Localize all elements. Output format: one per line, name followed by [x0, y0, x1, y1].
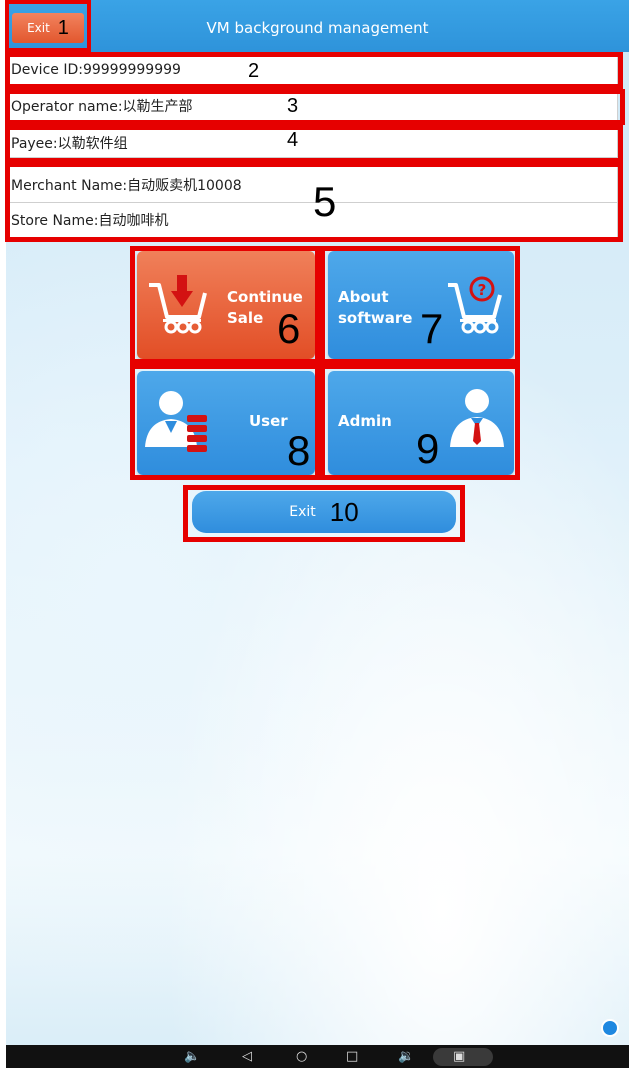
screenshot-icon: ▣	[453, 1049, 466, 1064]
annotation-box-3	[5, 89, 625, 125]
home-icon[interactable]: ○	[296, 1049, 307, 1064]
annotation-box-1	[5, 0, 91, 52]
annotation-3: 3	[287, 95, 299, 117]
recents-icon[interactable]: □	[346, 1049, 358, 1064]
back-icon[interactable]: ◁	[242, 1049, 252, 1064]
annotation-box-2	[5, 52, 623, 89]
annotation-5: 5	[313, 178, 337, 225]
annotation-box-10	[183, 485, 465, 542]
android-nav-bar: 🔈 ◁ ○ □ 🔉 ▣	[6, 1045, 629, 1068]
annotation-4: 4	[287, 129, 299, 151]
title-bar: VM background management	[6, 0, 629, 52]
annotation-box-8	[130, 364, 320, 480]
volume-down-icon[interactable]: 🔈	[184, 1049, 200, 1064]
volume-up-icon[interactable]: 🔉	[398, 1049, 414, 1064]
annotation-2: 2	[248, 60, 260, 82]
annotation-box-7	[320, 246, 520, 364]
floating-camera-button[interactable]	[601, 1019, 619, 1037]
annotation-box-9	[320, 364, 520, 480]
page-title: VM background management	[206, 19, 429, 37]
annotation-box-6	[130, 246, 320, 364]
annotation-box-4	[5, 125, 623, 163]
